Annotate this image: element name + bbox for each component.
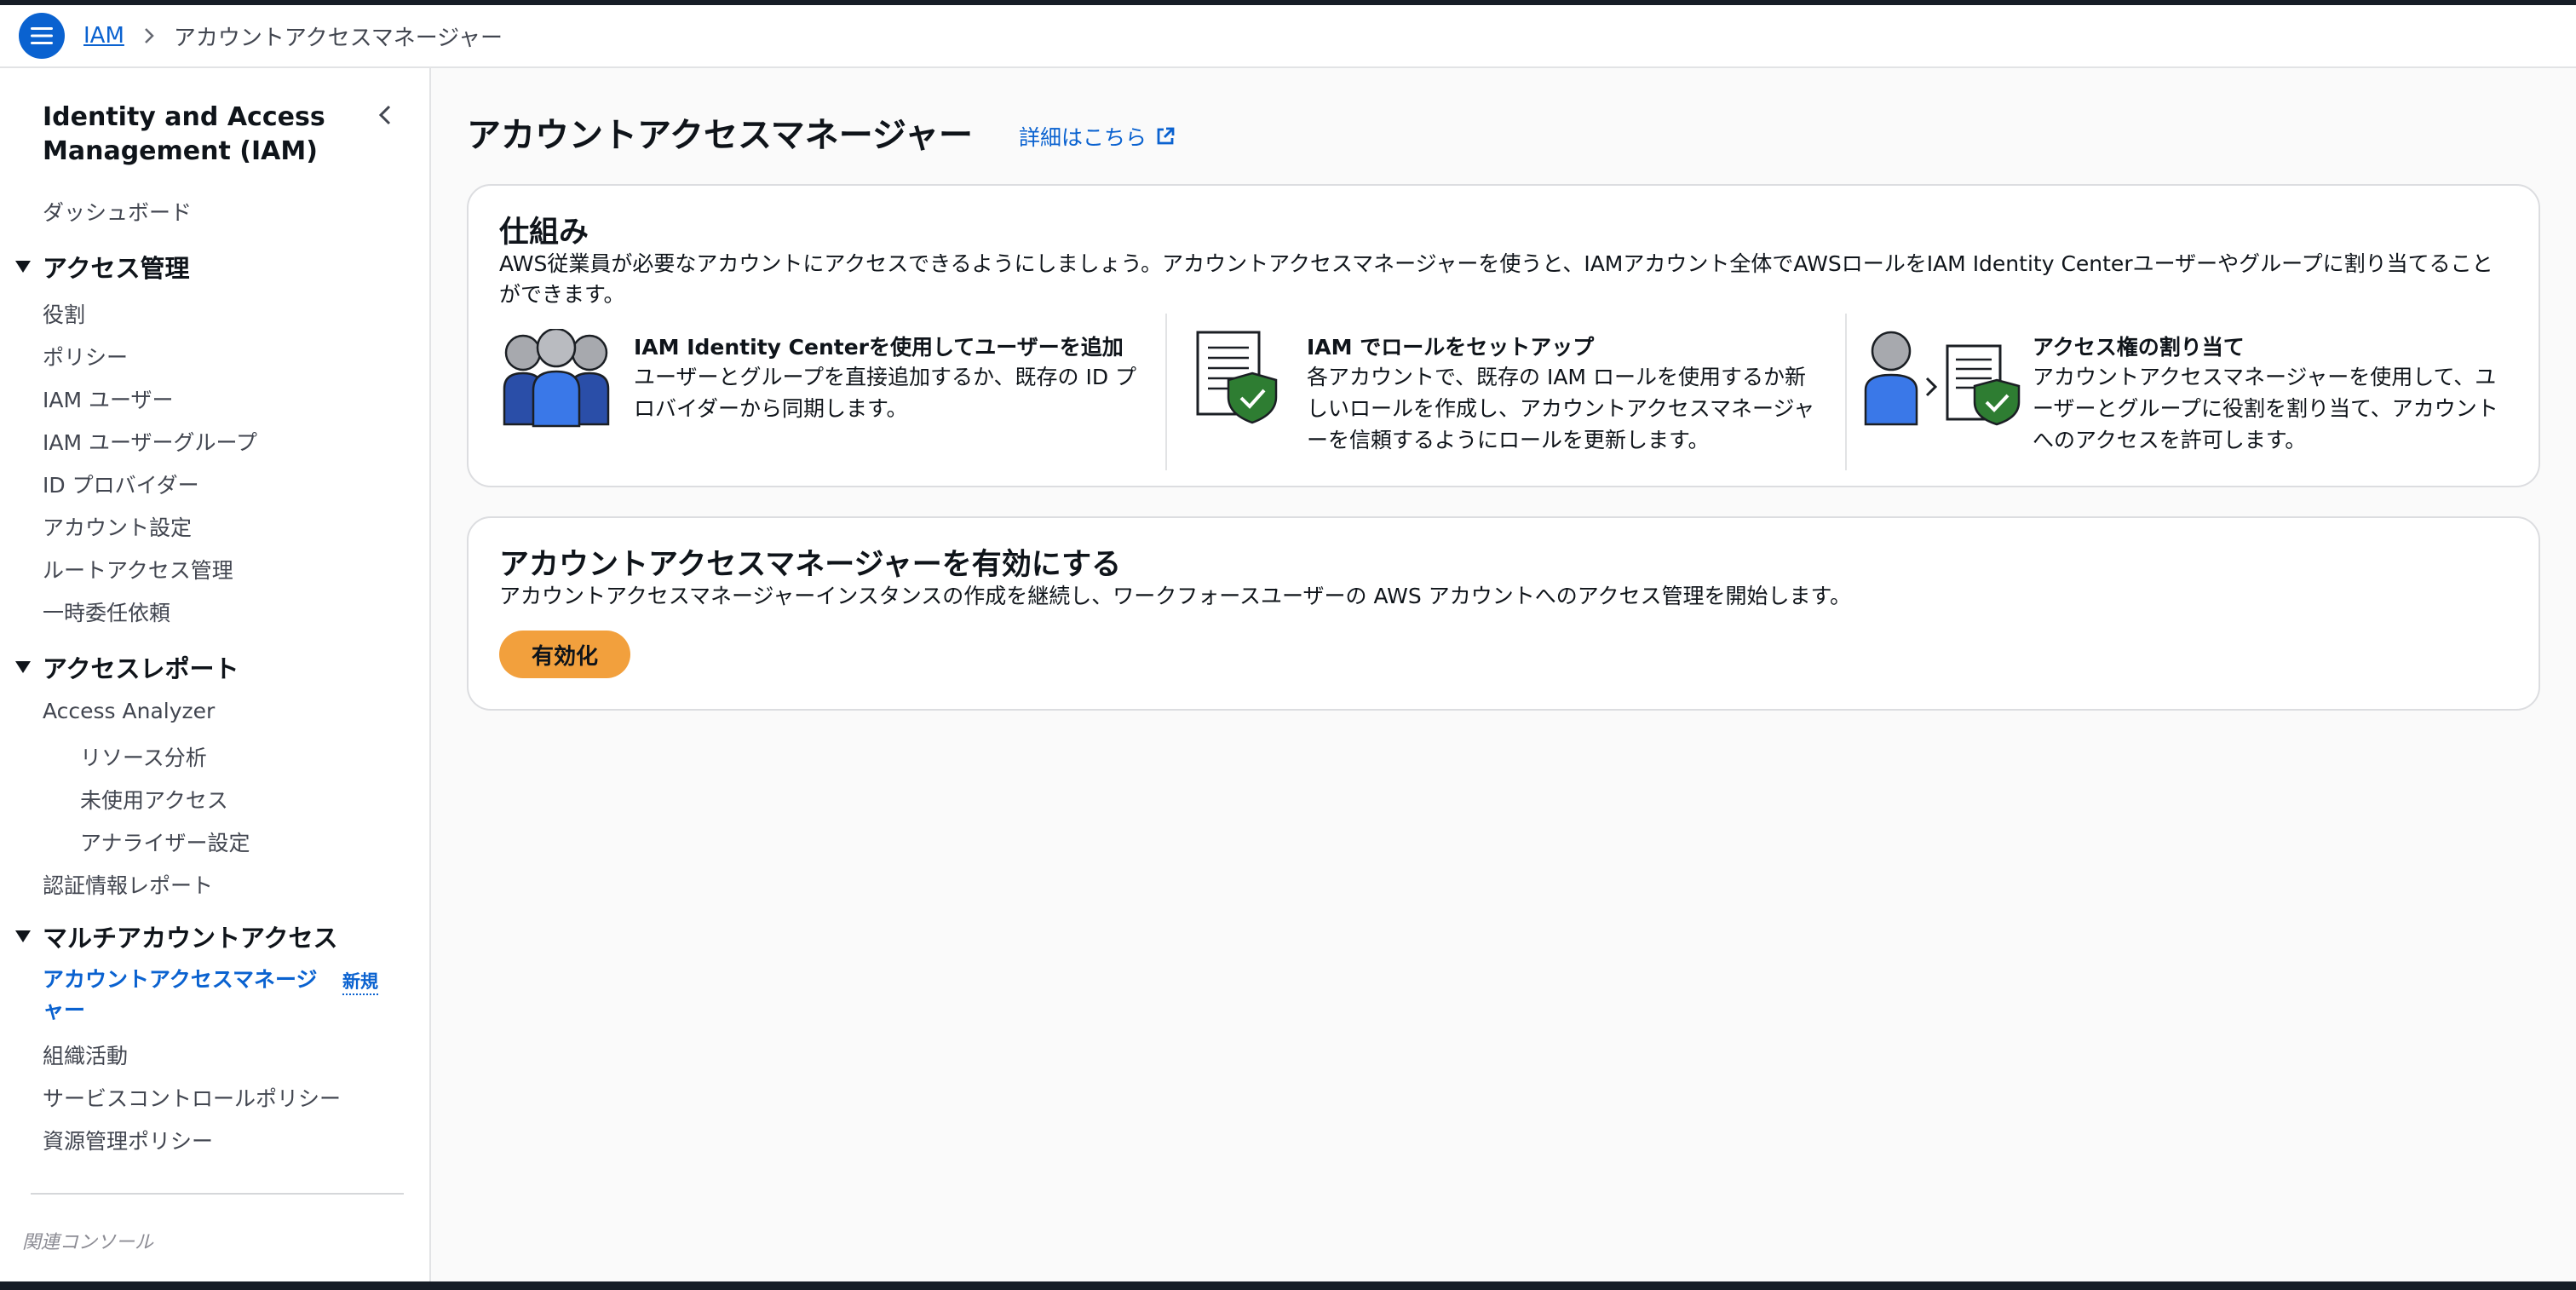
user-assign-icon: [1864, 331, 2021, 426]
sidebar-item-dashboard[interactable]: ダッシュボード: [43, 196, 192, 227]
sidebar-navigation: Identity and Access Management (IAM) ダッシ…: [0, 68, 431, 1281]
step-add-users: IAM Identity Centerを使用してユーザーを追加 ユーザーとグルー…: [499, 314, 1152, 470]
page-title: アカウントアクセスマネージャー: [467, 116, 973, 155]
step-assign-access: アクセス権の割り当て アカウントアクセスマネージャーを使用して、ユーザーとグルー…: [1845, 314, 2527, 470]
document-shield-icon: [1196, 331, 1278, 424]
menu-button[interactable]: [19, 13, 65, 59]
sidebar-item-temporary-delegation[interactable]: 一時委任依頼: [43, 596, 170, 627]
external-link-icon: [1157, 127, 1175, 145]
step-text: アカウントアクセスマネージャーを使用して、ユーザーとグループに役割を割り当て、ア…: [2033, 365, 2498, 452]
related-consoles-label: 関連コンソール: [22, 1232, 154, 1253]
enable-button[interactable]: 有効化: [499, 631, 630, 678]
sidebar-item-service-control-policies[interactable]: サービスコントロールポリシー: [43, 1082, 341, 1113]
step-setup-roles: IAM でロールをセットアップ 各アカウントで、既存の IAM ロールを使用する…: [1165, 314, 1847, 470]
sidebar-item-iam-user-groups[interactable]: IAM ユーザーグループ: [43, 426, 257, 457]
sidebar-section-multi-account-access[interactable]: マルチアカウントアクセス: [15, 919, 338, 954]
bottom-edge-bar: [0, 1281, 2576, 1290]
sidebar-item-unused-access[interactable]: 未使用アクセス: [80, 784, 228, 815]
step-text: ユーザーとグループを直接追加するか、既存の ID プロバイダーから同期します。: [634, 365, 1137, 421]
caret-down-icon: [15, 930, 31, 942]
enable-card-title: アカウントアクセスマネージャーを有効にする: [499, 548, 1122, 582]
step-title: IAM でロールをセットアップ: [1307, 335, 1595, 360]
sidebar-item-roles[interactable]: 役割: [43, 298, 85, 329]
enable-account-access-manager-card: アカウントアクセスマネージャーを有効にする アカウントアクセスマネージャーインス…: [467, 516, 2540, 711]
sidebar-section-label: アクセス管理: [43, 254, 190, 283]
hamburger-menu-icon: [31, 27, 53, 44]
users-group-icon: [503, 329, 610, 428]
sidebar-section-access-management[interactable]: アクセス管理: [15, 249, 190, 285]
how-it-works-card: 仕組み AWS従業員が必要なアカウントにアクセスできるようにしましょう。アカウン…: [467, 184, 2540, 487]
sidebar-item-policies[interactable]: ポリシー: [43, 341, 128, 371]
sidebar-title[interactable]: Identity and Access Management (IAM): [43, 101, 366, 169]
sidebar-item-credential-report[interactable]: 認証情報レポート: [43, 869, 213, 900]
sidebar-item-account-access-manager[interactable]: アカウントアクセスマネージャー: [43, 965, 324, 1026]
step-title: アクセス権の割り当て: [2033, 335, 2245, 360]
step-title: IAM Identity Centerを使用してユーザーを追加: [634, 335, 1124, 360]
breadcrumb: IAM アカウントアクセスマネージャー: [83, 20, 503, 52]
sidebar-item-resource-control-policies[interactable]: 資源管理ポリシー: [43, 1125, 213, 1155]
sidebar-divider: [31, 1193, 404, 1195]
sidebar-item-access-analyzer[interactable]: Access Analyzer: [43, 699, 215, 723]
sidebar-item-root-access-management[interactable]: ルートアクセス管理: [43, 554, 233, 585]
learn-more-label: 詳細はこちら: [1019, 125, 1147, 150]
chevron-right-icon: [143, 26, 155, 45]
sidebar-item-resource-analysis[interactable]: リソース分析: [80, 741, 207, 772]
breadcrumb-iam-link[interactable]: IAM: [83, 23, 124, 49]
breadcrumb-current: アカウントアクセスマネージャー: [173, 25, 503, 51]
learn-more-link[interactable]: 詳細はこちら: [1019, 121, 1176, 152]
sidebar-item-organization-activity[interactable]: 組織活動: [43, 1039, 128, 1070]
caret-down-icon: [15, 261, 31, 273]
caret-down-icon: [15, 661, 31, 673]
sidebar-item-account-settings[interactable]: アカウント設定: [43, 511, 192, 542]
sidebar-section-access-reports[interactable]: アクセスレポート: [15, 649, 239, 685]
how-it-works-title: 仕組み: [499, 216, 589, 250]
new-badge: 新規: [342, 968, 378, 995]
sidebar-item-id-providers[interactable]: ID プロバイダー: [43, 469, 199, 499]
sidebar-item-iam-users[interactable]: IAM ユーザー: [43, 383, 174, 414]
collapse-sidebar-icon[interactable]: [373, 102, 399, 128]
sidebar-section-label: マルチアカウントアクセス: [43, 924, 338, 953]
enable-card-description: アカウントアクセスマネージャーインスタンスの作成を継続し、ワークフォースユーザー…: [499, 584, 1851, 608]
sidebar-item-analyzer-settings[interactable]: アナライザー設定: [80, 826, 250, 857]
how-it-works-description: AWS従業員が必要なアカウントにアクセスできるようにしましょう。アカウントアクセ…: [499, 251, 2493, 307]
top-navigation-bar: IAM アカウントアクセスマネージャー: [0, 5, 2576, 68]
sidebar-section-label: アクセスレポート: [43, 654, 239, 683]
step-text: 各アカウントで、既存の IAM ロールを使用するか新しいロールを作成し、アカウン…: [1307, 365, 1815, 452]
